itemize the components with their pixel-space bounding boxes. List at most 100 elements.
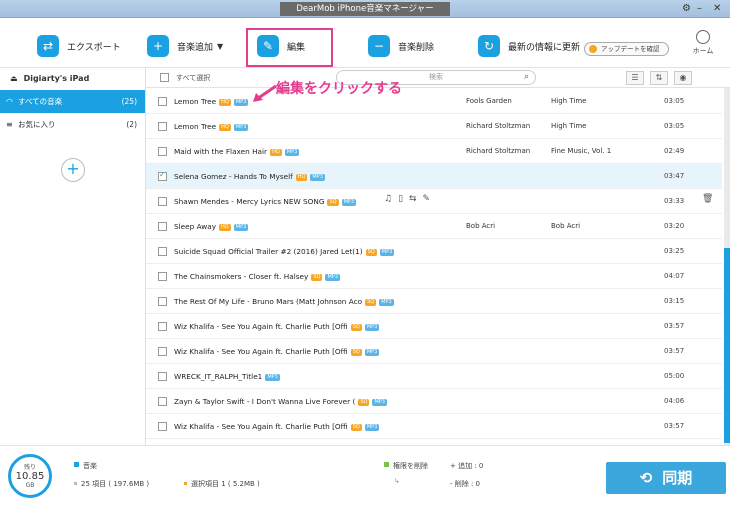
duration: 04:07 xyxy=(664,272,685,280)
song-title: Lemon Tree HQ MP3 xyxy=(174,97,249,106)
quality-badge: HQ xyxy=(270,149,282,156)
quality-badge: HQ xyxy=(219,224,231,231)
quality-badge: SQ xyxy=(365,249,377,256)
refresh-button[interactable]: ↻ 最新の情報に更新 xyxy=(478,33,580,59)
song-title: The Chainsmokers - Closer ft. Halsey SQ MP… xyxy=(174,272,340,281)
row-checkbox[interactable] xyxy=(158,422,167,431)
table-row[interactable]: Sleep Away HQ MP3 Bob Acri Bob Acri 03:20 xyxy=(146,214,722,239)
table-row[interactable]: Maid with the Flaxen Hair HQ MP3 Richard St… xyxy=(146,139,722,164)
minimize-icon[interactable]: – xyxy=(697,2,702,16)
list-view-icon[interactable]: ☰ xyxy=(626,71,644,85)
table-row[interactable]: Wiz Khalifa - See You Again ft. Charlie … xyxy=(146,314,722,339)
playlist-icon: ≡ xyxy=(6,120,13,129)
table-row[interactable]: Lemon Tree HQ MP3 Richard Stoltzman High Tim… xyxy=(146,114,722,139)
quality-badge: SQ xyxy=(350,349,362,356)
home-button[interactable]: ホーム xyxy=(690,30,716,56)
row-checkbox[interactable] xyxy=(158,347,167,356)
sync-button[interactable]: ⟲ 同期 xyxy=(606,462,726,494)
row-checkbox[interactable] xyxy=(158,97,167,106)
table-row[interactable]: Wiz Khalifa - See You Again ft. Charlie … xyxy=(146,339,722,364)
row-checkbox[interactable] xyxy=(158,297,167,306)
quality-badge: MP3 xyxy=(265,374,280,381)
settings-icon[interactable]: ⚙ xyxy=(682,2,691,16)
song-title: The Rest Of My Life - Bruno Mars (Matt J… xyxy=(174,297,394,306)
song-title: Wiz Khalifa - See You Again ft. Charlie … xyxy=(174,322,380,331)
table-row[interactable]: Wiz Khalifa - See You Again ft. Charlie … xyxy=(146,414,722,439)
song-title: Sleep Away HQ MP3 xyxy=(174,222,249,231)
music-legend: 音楽 xyxy=(74,461,97,471)
return-arrow-icon: ↳ xyxy=(394,477,400,485)
artist: Richard Stoltzman xyxy=(466,122,531,130)
table-row[interactable]: Lemon Tree HQ MP3 Fools Garden High Time 03:0… xyxy=(146,89,722,114)
close-icon[interactable]: ✕ xyxy=(713,2,721,16)
headphones-icon: ◠ xyxy=(6,97,13,106)
summary-items: 25 項目 ( 197.6MB ) xyxy=(74,479,149,489)
table-row[interactable]: The Chainsmokers - Closer ft. Halsey SQ MP… xyxy=(146,264,722,289)
song-title: Selena Gomez - Hands To Myself HQ MP3 xyxy=(174,172,325,181)
device-header[interactable]: ⏏ Digiarty's iPad xyxy=(0,68,145,90)
quality-badge: MP3 xyxy=(233,224,249,231)
check-update-button[interactable]: アップデートを確認 xyxy=(584,42,669,56)
capacity-gauge: 残り 10.85 GB xyxy=(8,454,52,498)
row-actions[interactable]: ♫▯⇆✎ xyxy=(384,194,436,204)
sidebar-item-favorites[interactable]: ≡ お気に入り (2) xyxy=(0,113,145,136)
table-row[interactable]: The Rest Of My Life - Bruno Mars (Matt J… xyxy=(146,289,722,314)
row-checkbox[interactable] xyxy=(158,397,167,406)
chevron-down-icon: ▼ xyxy=(217,41,224,51)
table-row[interactable]: Shawn Mendes - Mercy Lyrics NEW SONG SQ MP… xyxy=(146,189,722,214)
song-title: Wiz Khalifa - See You Again ft. Charlie … xyxy=(174,422,380,431)
duration: 03:47 xyxy=(664,172,685,180)
row-checkbox[interactable]: ✓ xyxy=(158,170,167,181)
quality-badge: MP3 xyxy=(364,349,380,356)
duration: 03:33 xyxy=(664,197,685,205)
duration: 05:00 xyxy=(664,372,685,380)
trash-icon[interactable]: 🗑 xyxy=(702,194,713,204)
edit-callout: 編集をクリックする xyxy=(276,81,402,97)
song-title: Maid with the Flaxen Hair HQ MP3 xyxy=(174,147,300,156)
row-checkbox[interactable] xyxy=(158,122,167,131)
row-checkbox[interactable] xyxy=(158,247,167,256)
music-view-icon[interactable]: ◉ xyxy=(674,71,692,85)
delete-count: - 削除 : 0 xyxy=(450,480,481,488)
add-playlist-button[interactable]: + xyxy=(61,158,85,182)
quality-badge: SQ xyxy=(350,324,362,331)
duration: 03:05 xyxy=(664,122,685,130)
sort-icon[interactable]: ⇅ xyxy=(650,71,668,85)
album: Bob Acri xyxy=(551,222,581,230)
table-row[interactable]: Zayn & Taylor Swift - I Don't Wanna Live… xyxy=(146,389,722,414)
add-count: + 追加 : 0 xyxy=(450,462,484,470)
quality-badge: MP3 xyxy=(325,274,340,281)
song-title: Shawn Mendes - Mercy Lyrics NEW SONG SQ MP… xyxy=(174,197,357,206)
row-checkbox[interactable] xyxy=(158,197,167,206)
quality-badge: SQ xyxy=(327,199,339,206)
row-checkbox[interactable] xyxy=(158,272,167,281)
table-row[interactable]: Suicide Squad Official Trailer #2 (2016)… xyxy=(146,239,722,264)
row-checkbox[interactable] xyxy=(158,372,167,381)
table-row[interactable]: WRECK_IT_RALPH_Title1 MP3 05:00 xyxy=(146,364,722,389)
eject-icon: ⏏ xyxy=(10,74,18,83)
export-button[interactable]: ⇄ エクスポート xyxy=(37,33,121,59)
summary-selected: 選択項目 1 ( 5.2MB ) xyxy=(184,479,260,489)
quality-badge: HQ xyxy=(219,124,231,131)
sidebar-item-all-music[interactable]: ◠ すべての音楽 (25) xyxy=(0,90,145,113)
duration: 02:49 xyxy=(664,147,685,155)
select-all-checkbox[interactable] xyxy=(160,73,169,82)
quality-badge: SQ xyxy=(350,424,362,431)
export-icon: ⇄ xyxy=(37,35,59,57)
scrollbar[interactable] xyxy=(724,88,730,445)
album: High Time xyxy=(551,122,587,130)
row-checkbox[interactable] xyxy=(158,147,167,156)
scrollbar-thumb[interactable] xyxy=(724,248,730,443)
delete-music-button[interactable]: − 音楽削除 xyxy=(368,33,434,59)
table-row[interactable]: ✓ Selena Gomez - Hands To Myself HQ MP3 03:4… xyxy=(146,164,722,189)
row-checkbox[interactable] xyxy=(158,222,167,231)
song-title: WRECK_IT_RALPH_Title1 MP3 xyxy=(174,372,280,381)
duration: 03:05 xyxy=(664,97,685,105)
quality-badge: MP3 xyxy=(364,324,380,331)
duration: 03:57 xyxy=(664,422,685,430)
row-checkbox[interactable] xyxy=(158,322,167,331)
add-music-button[interactable]: + 音楽追加 ▼ xyxy=(147,33,223,59)
search-icon: ⌕ xyxy=(523,72,529,82)
duration: 04:06 xyxy=(664,397,685,405)
quality-badge: MP3 xyxy=(379,249,395,256)
